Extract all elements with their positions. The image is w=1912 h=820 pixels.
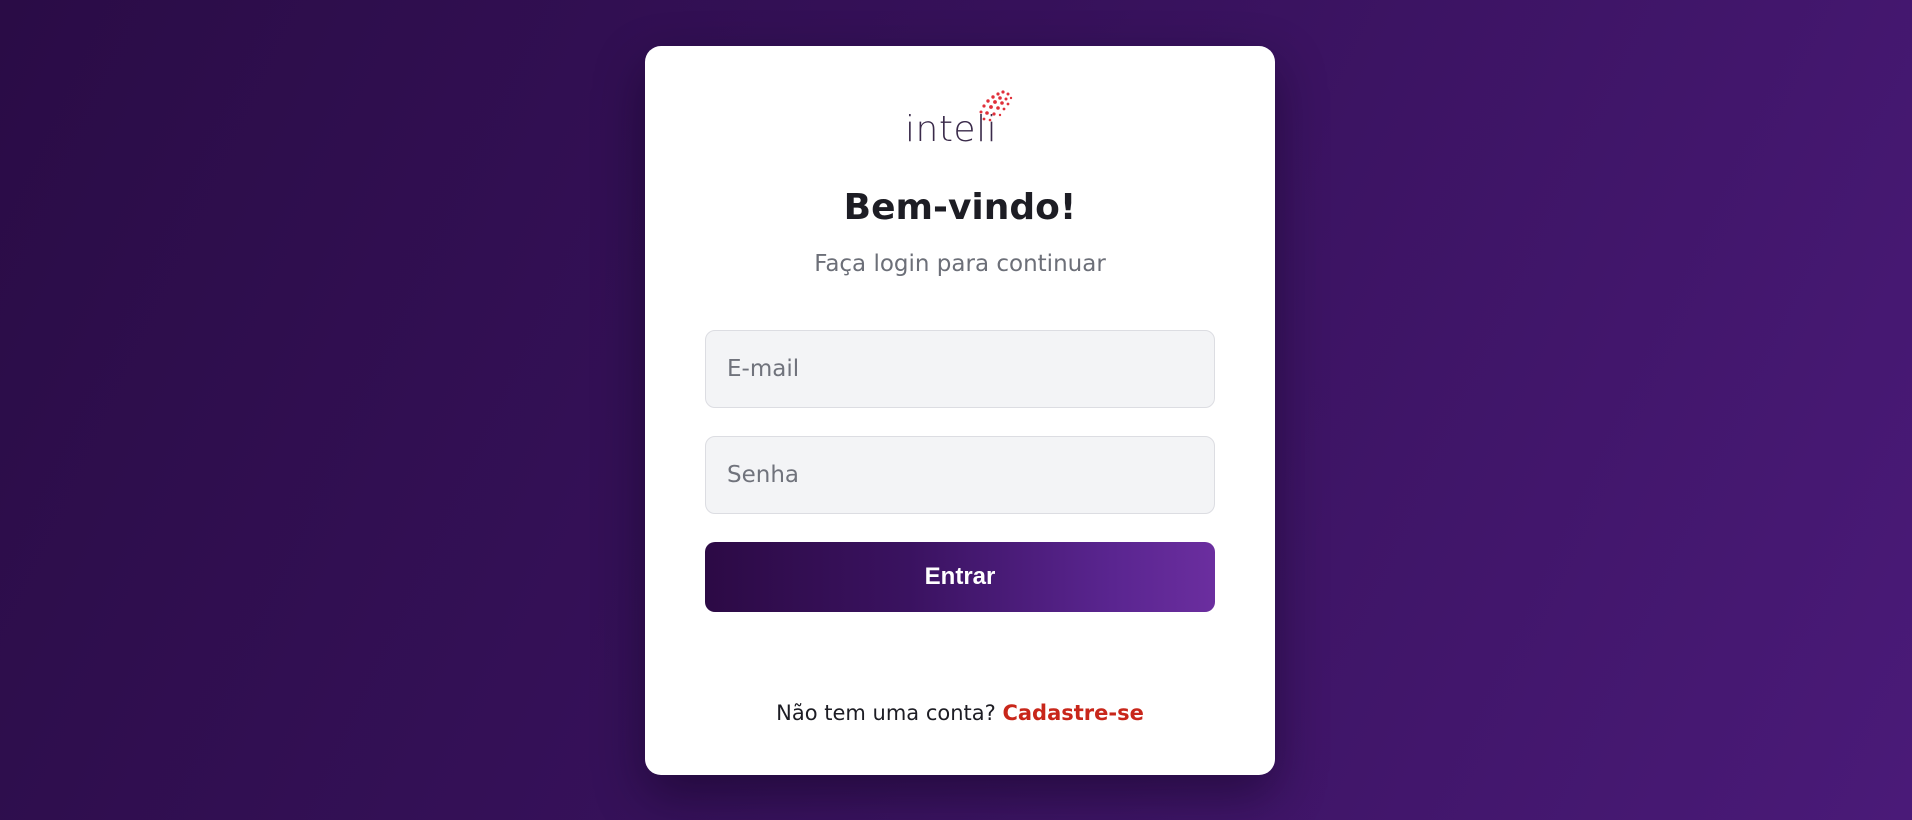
page-title: Bem-vindo! xyxy=(843,187,1077,228)
page-subtitle: Faça login para continuar xyxy=(814,251,1106,277)
dotted-globe-icon xyxy=(979,90,1013,122)
login-card: inteli Bem-vindo! Faça login para contin… xyxy=(645,46,1275,775)
signup-link[interactable]: Cadastre-se xyxy=(1002,701,1143,725)
brand-logo: inteli xyxy=(905,88,1025,154)
password-input[interactable] xyxy=(705,436,1215,514)
login-button[interactable]: Entrar xyxy=(705,542,1215,612)
signup-prompt: Não tem uma conta? Cadastre-se xyxy=(645,698,1275,728)
email-input[interactable] xyxy=(705,330,1215,408)
signup-prompt-text: Não tem uma conta? xyxy=(776,701,996,725)
